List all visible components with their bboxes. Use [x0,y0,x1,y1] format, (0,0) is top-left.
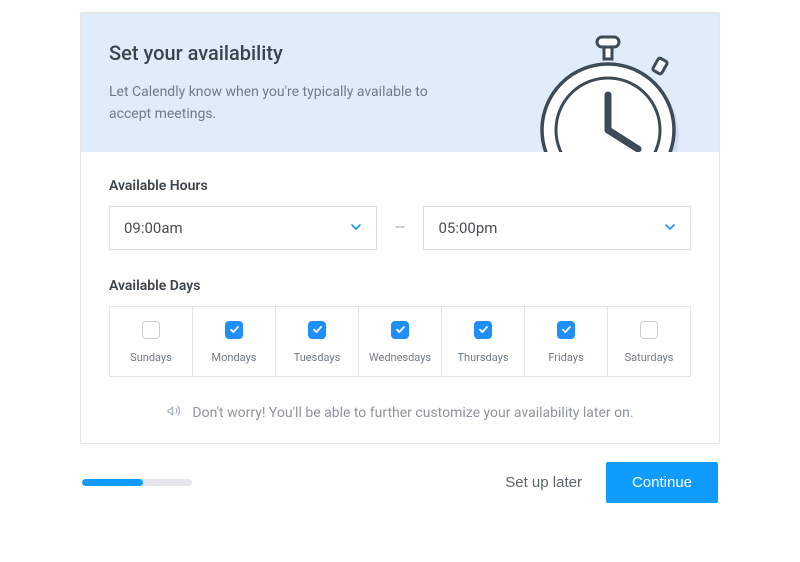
set-up-later-button[interactable]: Set up later [505,474,582,491]
progress-fill [82,479,143,486]
day-checkbox[interactable] [557,321,575,339]
day-checkbox[interactable] [391,321,409,339]
progress-bar [82,479,192,486]
day-label: Thursdays [457,351,508,364]
hours-label: Available Hours [109,178,691,194]
chevron-down-icon [664,219,676,237]
day-label: Wednesdays [369,351,431,364]
days-grid: Sundays Mondays Tuesdays Wednesdays Thursday… [109,306,691,377]
day-label: Mondays [212,351,257,364]
hours-separator: — [395,220,406,236]
day-label: Saturdays [625,351,674,364]
hours-from-value: 09:00am [124,219,183,237]
hours-from-select[interactable]: 09:00am [109,206,377,250]
day-label: Fridays [548,351,583,364]
hours-to-select[interactable]: 05:00pm [423,206,691,250]
day-cell[interactable]: Saturdays [608,307,690,376]
day-checkbox[interactable] [474,321,492,339]
day-cell[interactable]: Mondays [193,307,276,376]
hint-row: Don't worry! You'll be able to further c… [109,403,691,423]
card-header: Set your availability Let Calendly know … [81,13,719,152]
day-cell[interactable]: Fridays [525,307,608,376]
header-subtitle: Let Calendly know when you're typically … [109,81,449,126]
hours-to-value: 05:00pm [438,219,497,237]
day-label: Sundays [130,351,172,364]
footer-actions: Set up later Continue [505,462,718,503]
stopwatch-icon [525,33,695,152]
card-body: Available Hours 09:00am — 05:00pm Availa… [81,152,719,443]
hint-text: Don't worry! You'll be able to further c… [192,405,633,421]
footer: Set up later Continue [80,462,720,503]
day-checkbox[interactable] [640,321,658,339]
continue-button[interactable]: Continue [606,462,718,503]
day-label: Tuesdays [294,351,341,364]
day-checkbox[interactable] [308,321,326,339]
day-checkbox[interactable] [142,321,160,339]
megaphone-icon [166,403,182,423]
days-label: Available Days [109,278,691,294]
day-cell[interactable]: Tuesdays [276,307,359,376]
hours-row: 09:00am — 05:00pm [109,206,691,250]
day-cell[interactable]: Sundays [110,307,193,376]
day-checkbox[interactable] [225,321,243,339]
availability-card: Set your availability Let Calendly know … [80,12,720,444]
day-cell[interactable]: Thursdays [442,307,525,376]
chevron-down-icon [350,219,362,237]
day-cell[interactable]: Wednesdays [359,307,442,376]
